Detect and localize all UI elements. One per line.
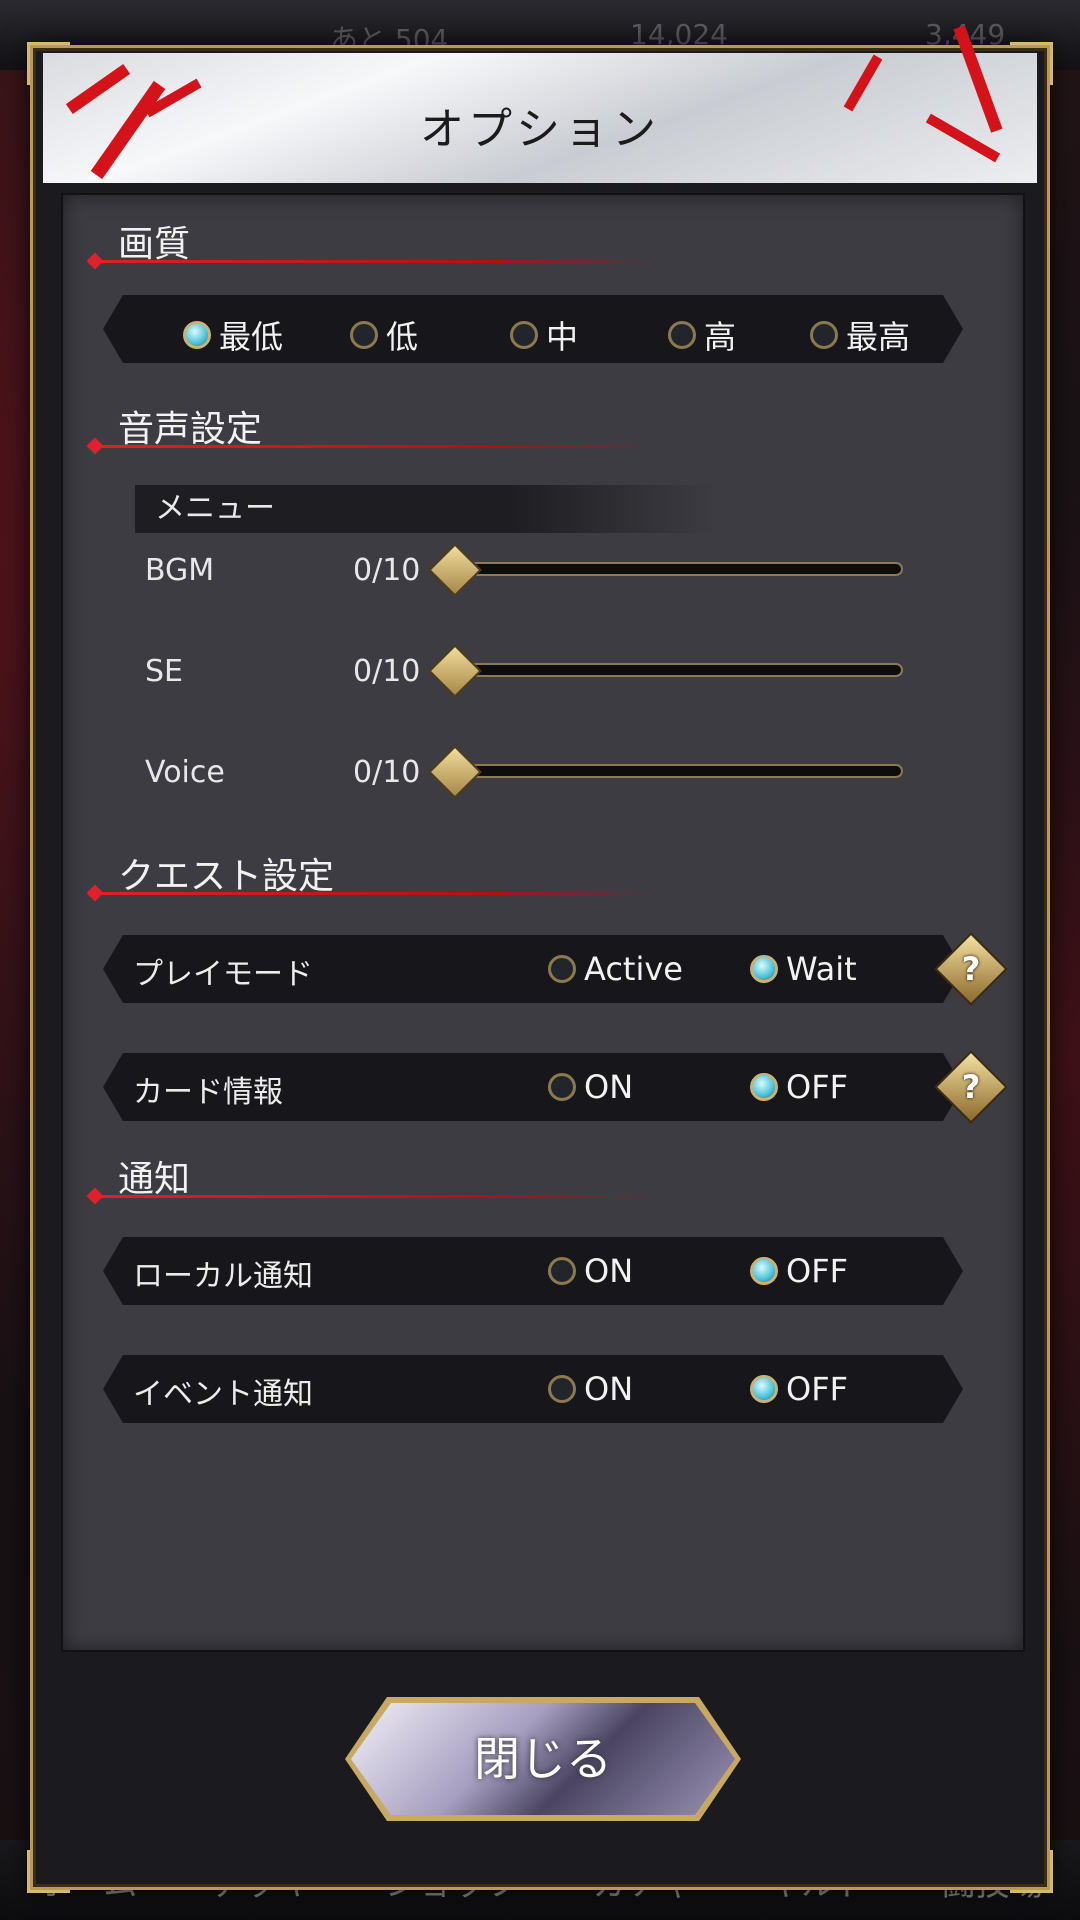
option-label: 中	[546, 318, 579, 356]
play-mode-label: プレイモード	[133, 957, 313, 992]
slider-label-voice: Voice	[145, 755, 225, 790]
options-panel: 画質 最低 低 中 高 最高 音声設定 メニュー BGM 0/10 SE 0/1…	[61, 193, 1025, 1652]
play-mode-active[interactable]: Active	[548, 950, 683, 988]
quality-option-low[interactable]: 低	[350, 312, 418, 358]
se-slider-thumb[interactable]	[428, 644, 482, 698]
frame-corner	[1010, 1850, 1053, 1893]
section-divider	[95, 892, 655, 895]
option-label: OFF	[786, 1068, 848, 1106]
option-label: 高	[704, 318, 737, 356]
option-label: OFF	[786, 1252, 848, 1290]
event-notify-on[interactable]: ON	[548, 1370, 633, 1408]
close-button[interactable]: 閉じる	[351, 1703, 735, 1815]
quality-row: 最低 低 中 高 最高	[103, 295, 963, 363]
radio-icon	[810, 321, 838, 349]
slider-label-se: SE	[145, 654, 183, 689]
radio-icon	[668, 321, 696, 349]
play-mode-row: プレイモード Active Wait	[103, 935, 963, 1003]
audio-subheading: メニュー	[135, 485, 715, 533]
option-label: 低	[386, 318, 419, 356]
radio-icon	[548, 1257, 576, 1285]
voice-slider-track[interactable]	[448, 764, 903, 778]
local-notify-on[interactable]: ON	[548, 1252, 633, 1290]
card-info-off[interactable]: OFF	[750, 1068, 848, 1106]
card-info-on[interactable]: ON	[548, 1068, 633, 1106]
se-slider-track[interactable]	[448, 663, 903, 677]
radio-icon	[750, 1375, 778, 1403]
radio-icon	[510, 321, 538, 349]
option-label: 最高	[846, 318, 911, 356]
card-info-label: カード情報	[133, 1075, 283, 1110]
slider-value-se: 0/10	[353, 654, 421, 689]
radio-icon	[750, 955, 778, 983]
option-label: OFF	[786, 1370, 848, 1408]
slider-label-bgm: BGM	[145, 553, 215, 588]
local-notify-row: ローカル通知 ON OFF	[103, 1237, 963, 1305]
radio-icon	[750, 1073, 778, 1101]
section-divider	[95, 260, 655, 263]
radio-icon	[548, 1375, 576, 1403]
options-dialog: オプション 画質 最低 低 中 高 最高 音声設定 メニュー BGM 0/10 …	[27, 25, 1053, 1893]
help-glyph: ?	[961, 1068, 981, 1106]
event-notify-label: イベント通知	[133, 1377, 313, 1412]
help-glyph: ?	[961, 950, 981, 988]
play-mode-wait[interactable]: Wait	[750, 950, 857, 988]
quality-option-lowest[interactable]: 最低	[183, 312, 283, 358]
dialog-title: オプション	[420, 104, 660, 155]
event-notify-off[interactable]: OFF	[750, 1370, 848, 1408]
option-label: 最低	[219, 318, 284, 356]
radio-icon	[548, 1073, 576, 1101]
radio-icon	[350, 321, 378, 349]
option-label: ON	[584, 1252, 634, 1290]
quality-option-high[interactable]: 高	[668, 312, 736, 358]
radio-icon	[750, 1257, 778, 1285]
slider-value-voice: 0/10	[353, 755, 421, 790]
section-divider	[95, 445, 655, 448]
dialog-header: オプション	[43, 25, 1037, 183]
option-label: ON	[584, 1370, 634, 1408]
quality-option-medium[interactable]: 中	[510, 312, 578, 358]
slider-value-bgm: 0/10	[353, 553, 421, 588]
option-label: Wait	[786, 950, 857, 988]
option-label: Active	[584, 950, 683, 988]
event-notify-row: イベント通知 ON OFF	[103, 1355, 963, 1423]
radio-icon	[548, 955, 576, 983]
close-button-label: 閉じる	[474, 1732, 612, 1786]
option-label: ON	[584, 1068, 634, 1106]
quality-option-highest[interactable]: 最高	[810, 312, 910, 358]
bgm-slider-thumb[interactable]	[428, 543, 482, 597]
card-info-row: カード情報 ON OFF	[103, 1053, 963, 1121]
frame-corner	[27, 1850, 70, 1893]
local-notify-label: ローカル通知	[133, 1259, 313, 1294]
radio-icon	[183, 321, 211, 349]
section-divider	[95, 1195, 655, 1198]
local-notify-off[interactable]: OFF	[750, 1252, 848, 1290]
voice-slider-thumb[interactable]	[428, 745, 482, 799]
bgm-slider-track[interactable]	[448, 562, 903, 576]
